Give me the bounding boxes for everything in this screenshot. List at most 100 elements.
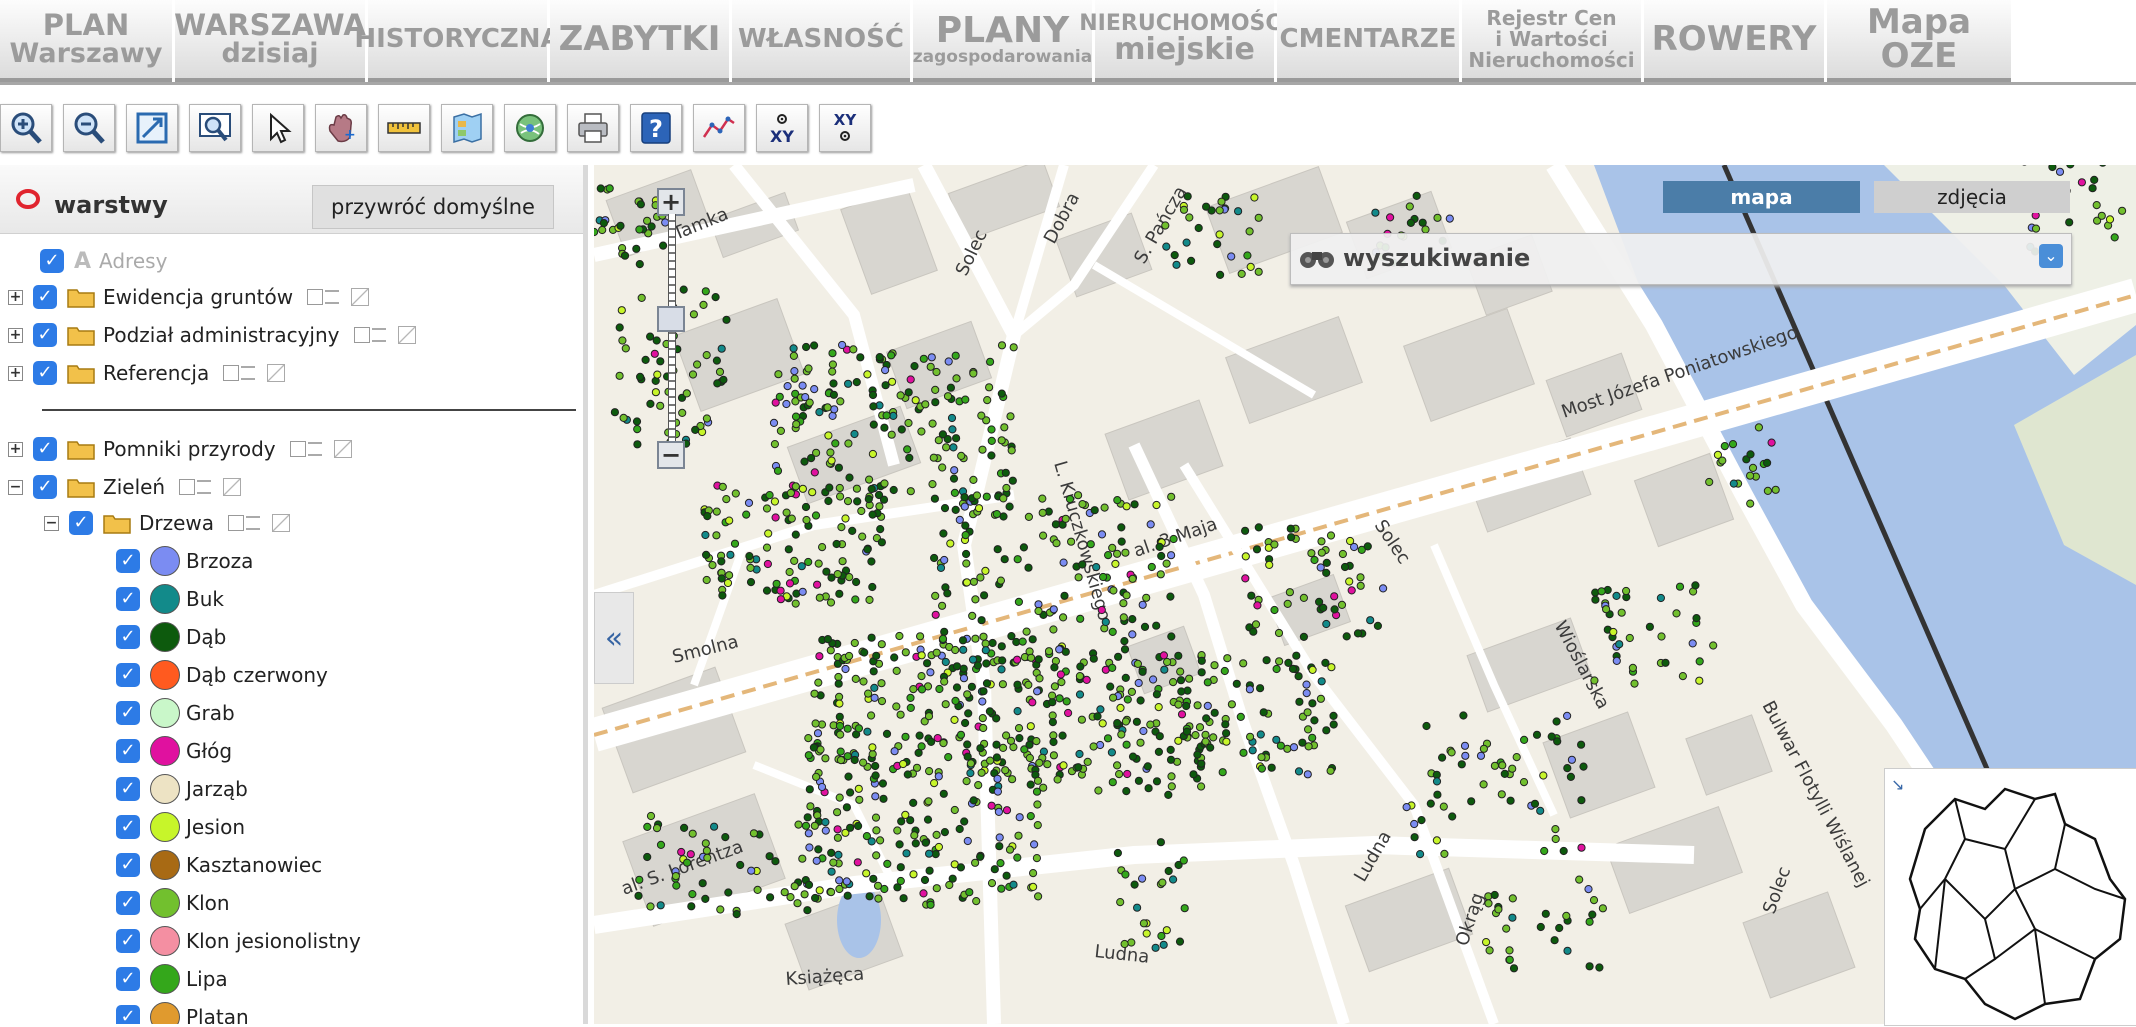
tree-marker[interactable] <box>850 346 857 353</box>
tree-marker[interactable] <box>1025 513 1032 520</box>
tree-marker[interactable] <box>1015 832 1022 839</box>
tree-marker[interactable] <box>806 844 813 851</box>
tree-marker[interactable] <box>1218 198 1225 205</box>
tree-marker[interactable] <box>861 649 868 656</box>
tree-marker[interactable] <box>961 818 968 825</box>
select-button[interactable] <box>252 104 304 152</box>
species-row-grab[interactable]: ✓Grab <box>116 697 235 729</box>
tree-marker[interactable] <box>910 871 917 878</box>
tree-marker[interactable] <box>1150 676 1157 683</box>
species-row-buk[interactable]: ✓Buk <box>116 583 224 615</box>
tree-marker[interactable] <box>1273 665 1280 672</box>
tree-marker[interactable] <box>1257 731 1264 738</box>
tree-marker[interactable] <box>1288 534 1295 541</box>
tree-marker[interactable] <box>1016 735 1023 742</box>
tree-marker[interactable] <box>1118 731 1125 738</box>
tree-marker[interactable] <box>960 675 967 682</box>
tree-marker[interactable] <box>869 583 876 590</box>
tree-marker[interactable] <box>836 693 843 700</box>
tree-marker[interactable] <box>1255 214 1262 221</box>
tree-marker[interactable] <box>859 533 866 540</box>
tree-marker[interactable] <box>1076 691 1083 698</box>
tree-marker[interactable] <box>1110 587 1117 594</box>
tree-marker[interactable] <box>1122 718 1129 725</box>
tree-marker[interactable] <box>1755 424 1762 431</box>
tree-marker[interactable] <box>620 414 627 421</box>
tree-marker[interactable] <box>896 632 903 639</box>
tree-marker[interactable] <box>777 596 784 603</box>
tree-marker[interactable] <box>1123 592 1130 599</box>
tree-marker[interactable] <box>972 635 979 642</box>
tree-marker[interactable] <box>1030 883 1037 890</box>
tree-marker[interactable] <box>897 864 904 871</box>
tree-marker[interactable] <box>1520 779 1527 786</box>
tree-marker[interactable] <box>2032 225 2039 232</box>
tree-marker[interactable] <box>1203 203 1210 210</box>
tree-marker[interactable] <box>647 333 654 340</box>
tree-marker[interactable] <box>870 403 877 410</box>
tree-marker[interactable] <box>845 440 852 447</box>
tree-marker[interactable] <box>926 867 933 874</box>
tree-marker[interactable] <box>962 719 969 726</box>
tree-marker[interactable] <box>1159 879 1166 886</box>
tree-marker[interactable] <box>694 361 701 368</box>
tree-marker[interactable] <box>804 814 811 821</box>
tree-marker[interactable] <box>1115 653 1122 660</box>
tree-marker[interactable] <box>962 522 969 529</box>
tree-marker[interactable] <box>764 560 771 567</box>
layer-checkbox[interactable]: ✓ <box>116 549 140 573</box>
tree-marker[interactable] <box>787 489 794 496</box>
tab-mapa-oze[interactable]: Mapa OZE <box>1827 0 2011 82</box>
tree-marker[interactable] <box>1060 762 1067 769</box>
tree-marker[interactable] <box>1135 777 1142 784</box>
tree-marker[interactable] <box>724 579 731 586</box>
tree-marker[interactable] <box>993 715 1000 722</box>
tree-marker[interactable] <box>1309 734 1316 741</box>
layer-row-pomniki[interactable]: + ✓ Pomniki przyrody <box>8 433 352 465</box>
tree-marker[interactable] <box>830 859 837 866</box>
tree-marker[interactable] <box>704 513 711 520</box>
tree-marker[interactable] <box>1143 930 1150 937</box>
tree-marker[interactable] <box>1110 694 1117 701</box>
tree-marker[interactable] <box>953 684 960 691</box>
tree-marker[interactable] <box>651 350 658 357</box>
measure-button[interactable] <box>378 104 430 152</box>
tree-marker[interactable] <box>1311 556 1318 563</box>
tree-marker[interactable] <box>805 881 812 888</box>
tree-marker[interactable] <box>1068 538 1075 545</box>
species-row-kasztanowiec[interactable]: ✓Kasztanowiec <box>116 849 322 881</box>
tree-marker[interactable] <box>716 368 723 375</box>
tree-marker[interactable] <box>712 294 719 301</box>
tree-marker[interactable] <box>868 712 875 719</box>
photo-mode-button[interactable]: zdjęcia <box>1874 181 2070 213</box>
tree-marker[interactable] <box>993 754 1000 761</box>
tree-marker[interactable] <box>803 516 810 523</box>
tree-marker[interactable] <box>864 546 871 553</box>
tree-marker[interactable] <box>1247 733 1254 740</box>
tree-marker[interactable] <box>987 358 994 365</box>
tree-marker[interactable] <box>1357 582 1364 589</box>
tree-marker[interactable] <box>1175 701 1182 708</box>
tree-marker[interactable] <box>1084 758 1091 765</box>
tree-marker[interactable] <box>918 428 925 435</box>
tree-marker[interactable] <box>1216 231 1223 238</box>
tree-marker[interactable] <box>962 532 969 539</box>
layer-checkbox[interactable]: ✓ <box>116 739 140 763</box>
tree-marker[interactable] <box>897 711 904 718</box>
tree-marker[interactable] <box>836 794 843 801</box>
tree-marker[interactable] <box>1192 732 1199 739</box>
tree-marker[interactable] <box>2078 179 2085 186</box>
tree-marker[interactable] <box>1155 748 1162 755</box>
tree-marker[interactable] <box>823 568 830 575</box>
tree-marker[interactable] <box>836 722 843 729</box>
tree-marker[interactable] <box>1411 834 1418 841</box>
tree-marker[interactable] <box>882 382 889 389</box>
tree-marker[interactable] <box>1598 588 1605 595</box>
tree-marker[interactable] <box>1211 709 1218 716</box>
tree-marker[interactable] <box>1025 564 1032 571</box>
tree-marker[interactable] <box>937 564 944 571</box>
layer-checkbox[interactable]: ✓ <box>33 361 57 385</box>
tree-marker[interactable] <box>1510 965 1517 972</box>
tree-marker[interactable] <box>857 354 864 361</box>
tree-marker[interactable] <box>1052 521 1059 528</box>
